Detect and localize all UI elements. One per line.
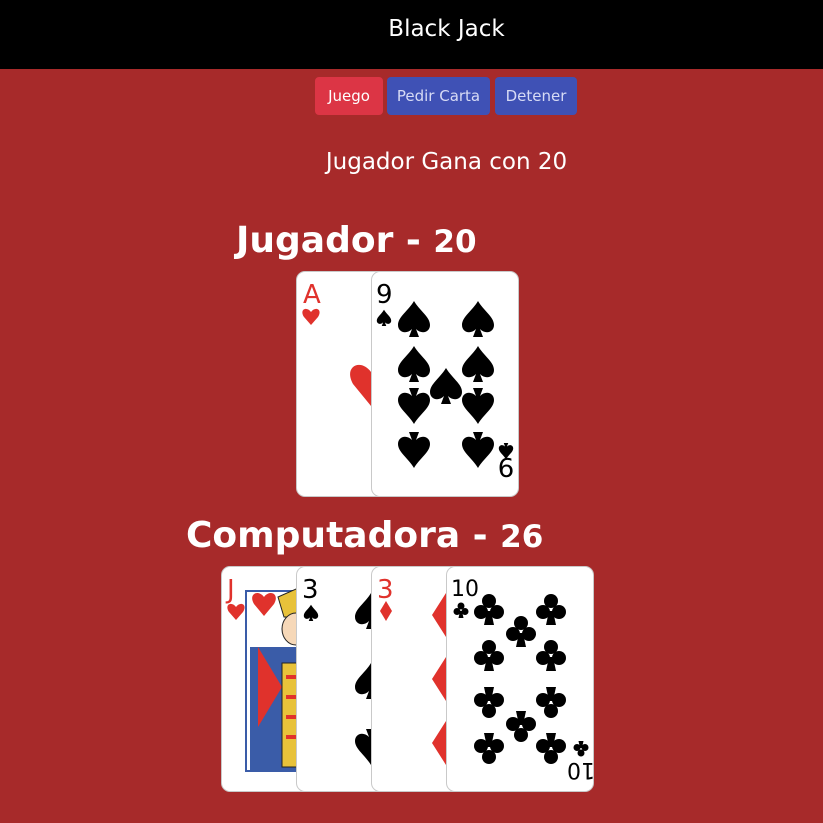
- computer-card-4: 10 10: [446, 566, 594, 792]
- hit-button[interactable]: Pedir Carta: [387, 77, 490, 115]
- card-rank-inverted: 10: [567, 757, 594, 782]
- app-title: Black Jack: [388, 16, 505, 42]
- top-navbar: Black Jack: [0, 0, 823, 69]
- game-result-message: Jugador Gana con 20: [325, 149, 568, 175]
- computer-label: Computadora -: [186, 515, 488, 556]
- player-card-2: 9 9: [371, 271, 519, 497]
- new-game-button[interactable]: Juego: [315, 77, 383, 115]
- player-hand-title: Jugador - 20: [236, 220, 477, 261]
- computer-hand-title: Computadora - 26: [186, 515, 543, 556]
- computer-score: 26: [500, 519, 544, 555]
- spade-suit-icon: 9: [376, 301, 515, 481]
- card-rank-inverted: 9: [498, 451, 515, 481]
- club-suit-icon: 10: [453, 594, 594, 782]
- stand-button[interactable]: Detener: [495, 77, 577, 115]
- player-score: 20: [433, 224, 477, 260]
- player-label: Jugador -: [236, 220, 421, 261]
